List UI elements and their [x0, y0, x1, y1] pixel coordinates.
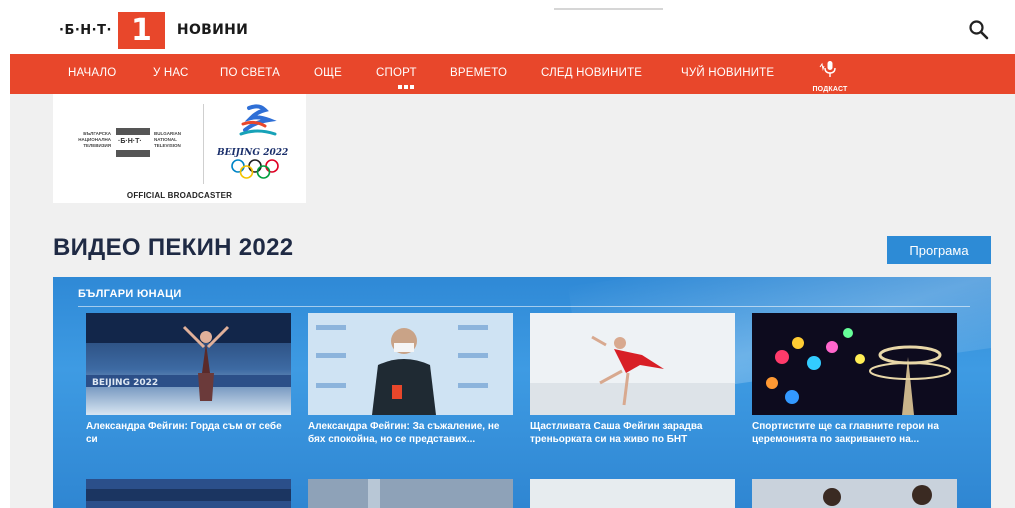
video-card[interactable]: Спортистите ще са главните герои на цере…	[752, 313, 957, 446]
podcast-label: ПОДКАСТ	[812, 86, 848, 93]
bnt-mark-icon: ·Б·Н·Т·	[115, 128, 151, 158]
nav-item-weather[interactable]: ВРЕМЕТО	[450, 67, 507, 79]
video-card[interactable]: Александра Фейгин: За съжаление, не бях …	[308, 313, 513, 446]
page-title: ВИДЕО ПЕКИН 2022	[53, 234, 294, 261]
video-thumbnail-skater-celebrating[interactable]: BEIJING 2022	[86, 313, 291, 415]
video-card[interactable]: Щастливата Саша Фейгин зарадва треньорка…	[530, 313, 735, 446]
nav-item-bulgaria[interactable]: У НАС	[153, 67, 189, 79]
svg-text:BEIJING 2022: BEIJING 2022	[92, 378, 158, 388]
olympic-broadcaster-banner[interactable]: БЪЛГАРСКА НАЦИОНАЛНА ТЕЛЕВИЗИЯ ·Б·Н·Т· B…	[53, 94, 306, 203]
video-thumbnail-partial[interactable]	[308, 479, 513, 508]
nav-item-after-news[interactable]: СЛЕД НОВИНИТЕ	[541, 67, 642, 79]
banner-bnt-mark: ·Б·Н·Т·	[118, 138, 142, 145]
active-indicator	[398, 85, 414, 89]
page: ·Б·Н·Т· 1 НОВИНИ НАЧАЛО У НАС ПО СВЕТА О…	[0, 0, 1015, 508]
beijing-emblem-icon	[229, 104, 285, 149]
logo-section-name: НОВИНИ	[176, 22, 249, 38]
section-divider	[78, 306, 970, 307]
video-thumbnail-partial[interactable]	[752, 479, 957, 508]
search-icon[interactable]	[967, 18, 991, 42]
video-thumbnail-partial[interactable]	[530, 479, 735, 508]
nav-item-sport[interactable]: СПОРТ	[376, 67, 417, 79]
nav-item-podcast[interactable]: ПОДКАСТ	[808, 60, 852, 93]
nav-item-listen-news[interactable]: ЧУЙ НОВИНИТЕ	[681, 67, 774, 79]
banner-divider	[203, 104, 204, 184]
nav-item-home[interactable]: НАЧАЛО	[68, 67, 116, 79]
official-broadcaster-label: OFFICIAL BROADCASTER	[126, 191, 233, 200]
logo-bnt-text: ·Б·Н·Т·	[59, 22, 112, 38]
beijing-2022-logo-text: BEIJING 2022	[217, 148, 289, 158]
video-thumbnail-ceremony-lights[interactable]	[752, 313, 957, 415]
top-divider	[554, 8, 663, 10]
olympic-rings-icon	[229, 158, 281, 185]
video-card-title[interactable]: Александра Фейгин: За съжаление, не бях …	[308, 420, 513, 446]
logo-number-box: 1	[117, 11, 165, 49]
section-label: БЪЛГАРИ ЮНАЦИ	[78, 288, 182, 300]
banner-bnt-english: BULGARIAN NATIONAL TELEVISION	[154, 131, 181, 148]
nav-item-world[interactable]: ПО СВЕТА	[220, 67, 280, 79]
video-thumbnail-interview[interactable]	[308, 313, 513, 415]
program-button[interactable]: Програма	[887, 236, 991, 264]
video-section: БЪЛГАРИ ЮНАЦИ BEIJING 2022 Александра Фе…	[53, 277, 991, 508]
site-logo[interactable]: ·Б·Н·Т· 1 НОВИНИ	[59, 11, 248, 49]
video-thumbnail-skater-spin[interactable]	[530, 313, 735, 415]
nav-item-more[interactable]: ОЩЕ	[314, 67, 342, 79]
video-card-title[interactable]: Щастливата Саша Фейгин зарадва треньорка…	[530, 420, 735, 446]
video-card-title[interactable]: Спортистите ще са главните герои на цере…	[752, 420, 957, 446]
site-header: ·Б·Н·Т· 1 НОВИНИ	[10, 0, 1015, 54]
video-thumbnail-partial[interactable]	[86, 479, 291, 508]
main-content: БЪЛГАРСКА НАЦИОНАЛНА ТЕЛЕВИЗИЯ ·Б·Н·Т· B…	[10, 94, 1015, 508]
video-card-title[interactable]: Александра Фейгин: Горда съм от себе си	[86, 420, 291, 446]
microphone-icon	[819, 61, 836, 77]
main-nav: НАЧАЛО У НАС ПО СВЕТА ОЩЕ СПОРТ ВРЕМЕТО …	[10, 54, 1015, 94]
video-card[interactable]: BEIJING 2022 Александра Фейгин: Горда съ…	[86, 313, 291, 446]
banner-bnt-bulgarian: БЪЛГАРСКА НАЦИОНАЛНА ТЕЛЕВИЗИЯ	[78, 131, 111, 148]
